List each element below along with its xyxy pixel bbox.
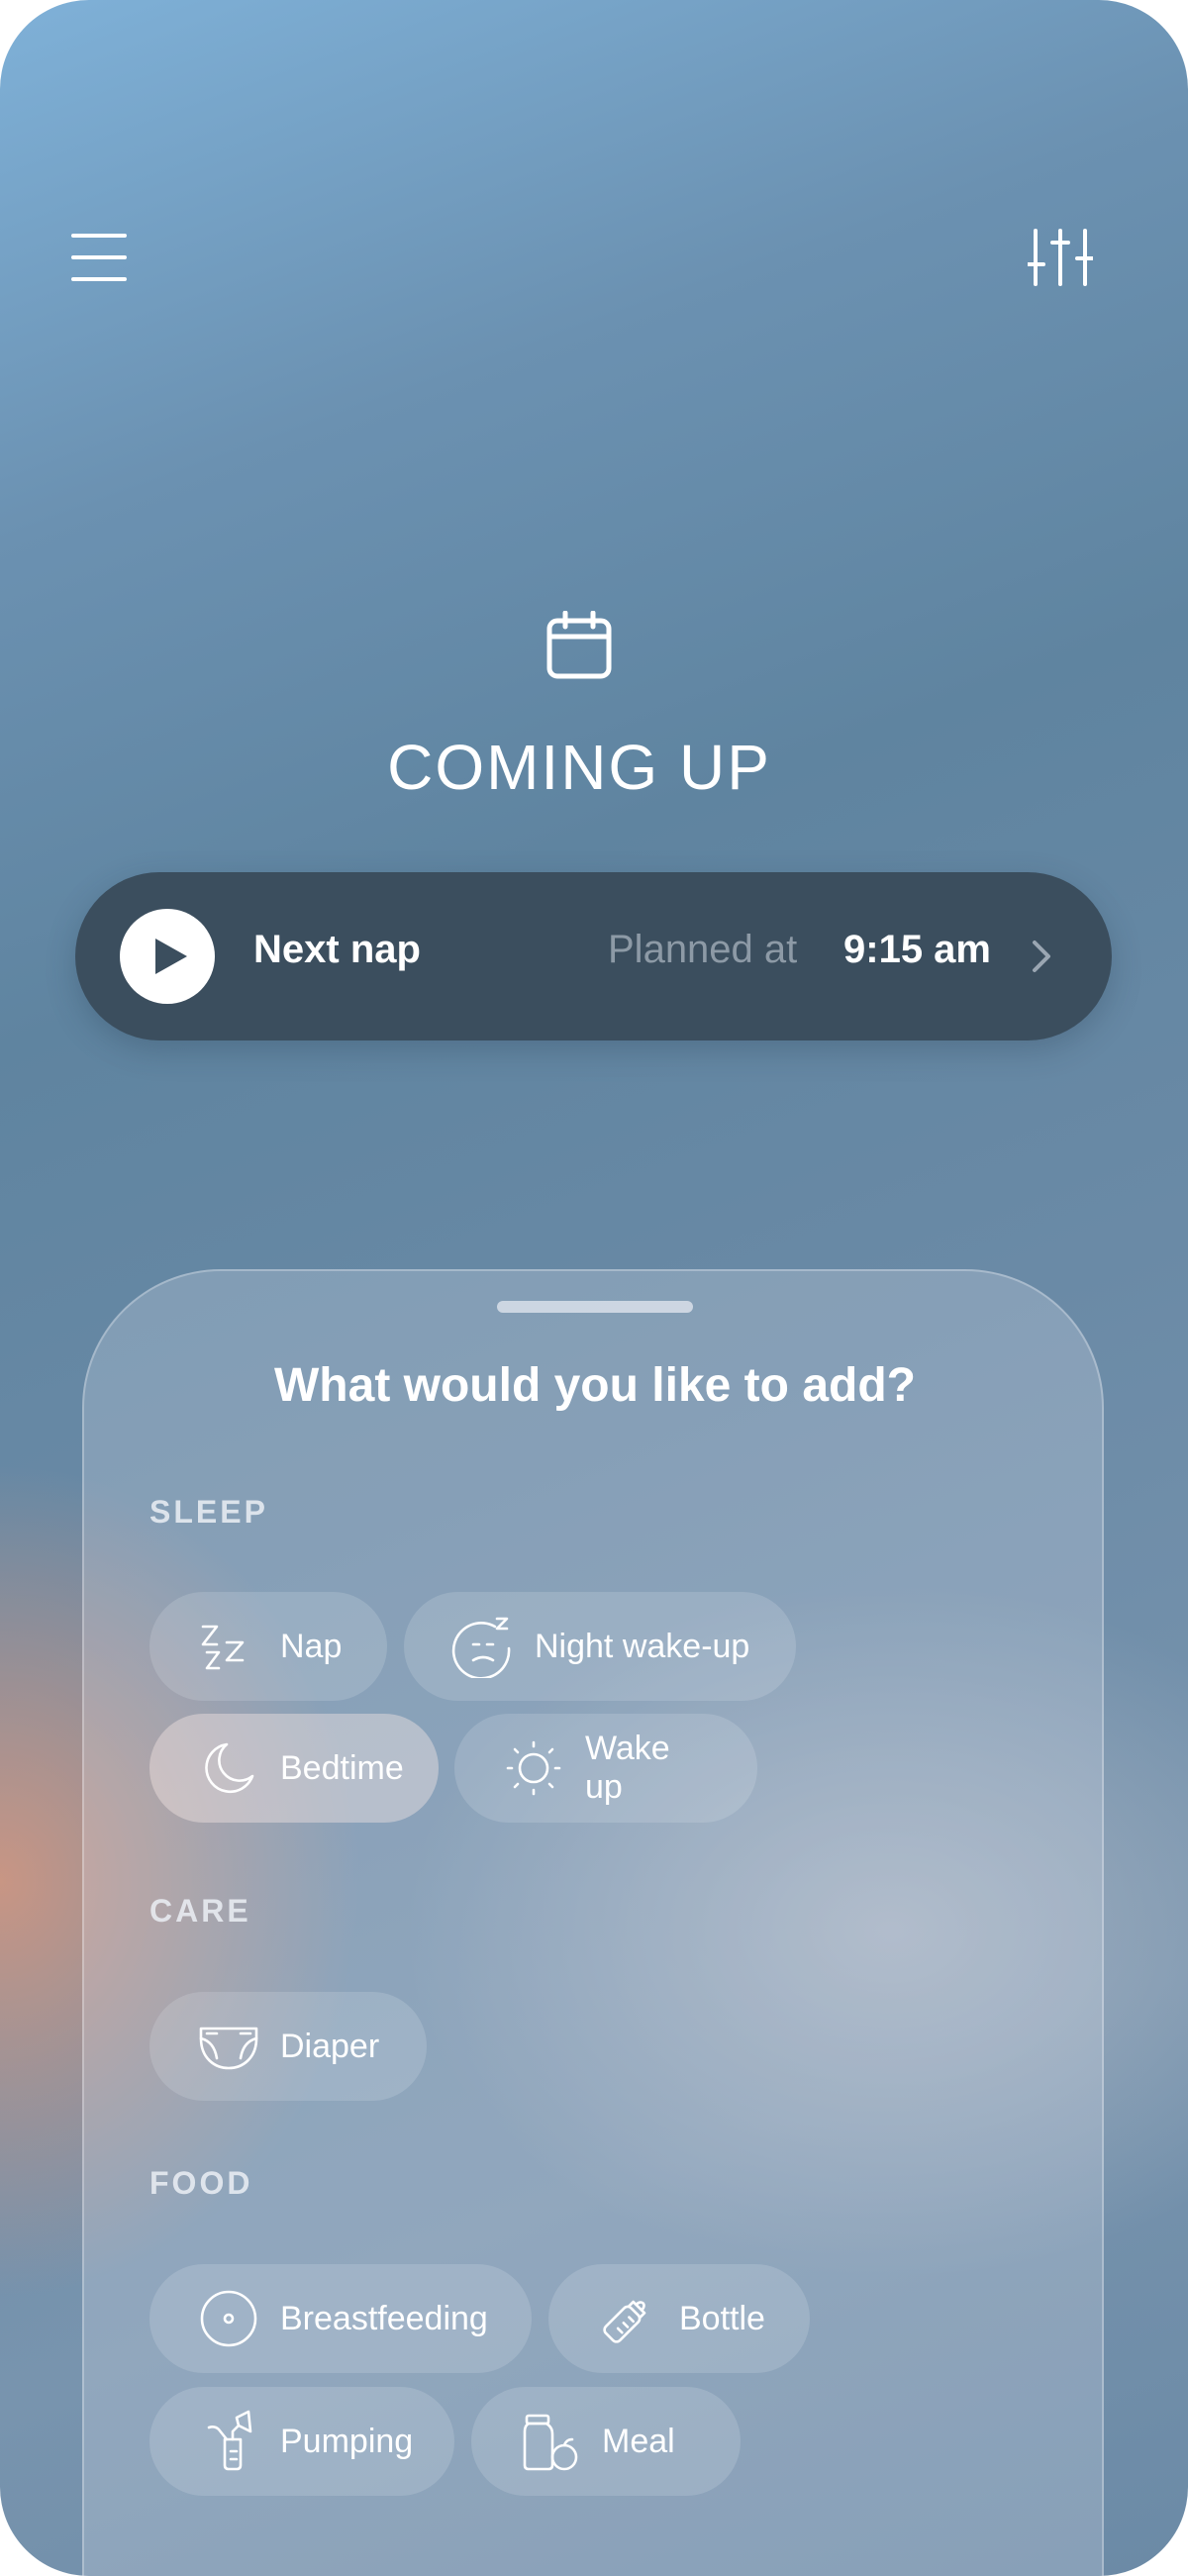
next-nap-label: Next nap [253,928,421,971]
breast-pump-icon [197,2410,260,2473]
sheet-drag-handle[interactable] [497,1301,693,1313]
next-nap-card[interactable]: Next nap Planned at 9:15 am [75,872,1112,1040]
chip-label: Breastfeeding [280,2299,488,2337]
diaper-icon [197,2015,260,2078]
bottle-icon [596,2287,659,2350]
chip-label: Bedtime [280,1748,404,1787]
chip-nap[interactable]: Nap [149,1592,387,1701]
chip-bedtime[interactable]: Bedtime [149,1714,439,1823]
chip-label: Nap [280,1627,343,1665]
hamburger-menu-icon [71,232,127,287]
chip-label: Diaper [280,2027,380,2065]
app-screen: COMING UP Next nap Planned at 9:15 am Wh… [0,0,1188,2576]
chip-label: Meal [602,2422,675,2460]
chip-meal[interactable]: Meal [471,2387,741,2496]
chip-label: Bottle [679,2299,765,2337]
chip-label: Pumping [280,2422,414,2460]
calendar-icon [545,610,613,680]
zzz-icon [197,1615,260,1678]
section-label-food: FOOD [149,2165,253,2201]
section-label-sleep: SLEEP [149,1494,268,1530]
sun-icon [502,1736,565,1800]
sleepy-face-icon [451,1615,515,1678]
sheet-title: What would you like to add? [274,1359,916,1412]
planned-at-label: Planned at [608,928,798,971]
add-entry-sheet: What would you like to add? SLEEP Nap Ni… [82,1269,1104,2576]
chip-night-wake-up[interactable]: Night wake-up [404,1592,796,1701]
menu-button[interactable] [54,215,144,304]
filter-settings-button[interactable] [1016,215,1105,304]
coming-up-title: COMING UP [387,732,771,803]
start-nap-button[interactable] [120,909,215,1004]
chip-label: Night wake-up [535,1627,750,1665]
chip-wake-up[interactable]: Wake up [454,1714,757,1823]
chip-diaper[interactable]: Diaper [149,1992,427,2101]
chip-label: Wake up [585,1730,670,1806]
chevron-right-icon [1031,940,1052,977]
chip-breastfeeding[interactable]: Breastfeeding [149,2264,532,2373]
chip-pumping[interactable]: Pumping [149,2387,454,2496]
sliders-icon [1026,229,1095,290]
chip-bottle[interactable]: Bottle [548,2264,810,2373]
section-label-care: CARE [149,1893,251,1929]
moon-icon [197,1736,260,1800]
jar-apple-icon [519,2410,582,2473]
planned-time: 9:15 am [843,928,991,971]
breast-icon [197,2287,260,2350]
